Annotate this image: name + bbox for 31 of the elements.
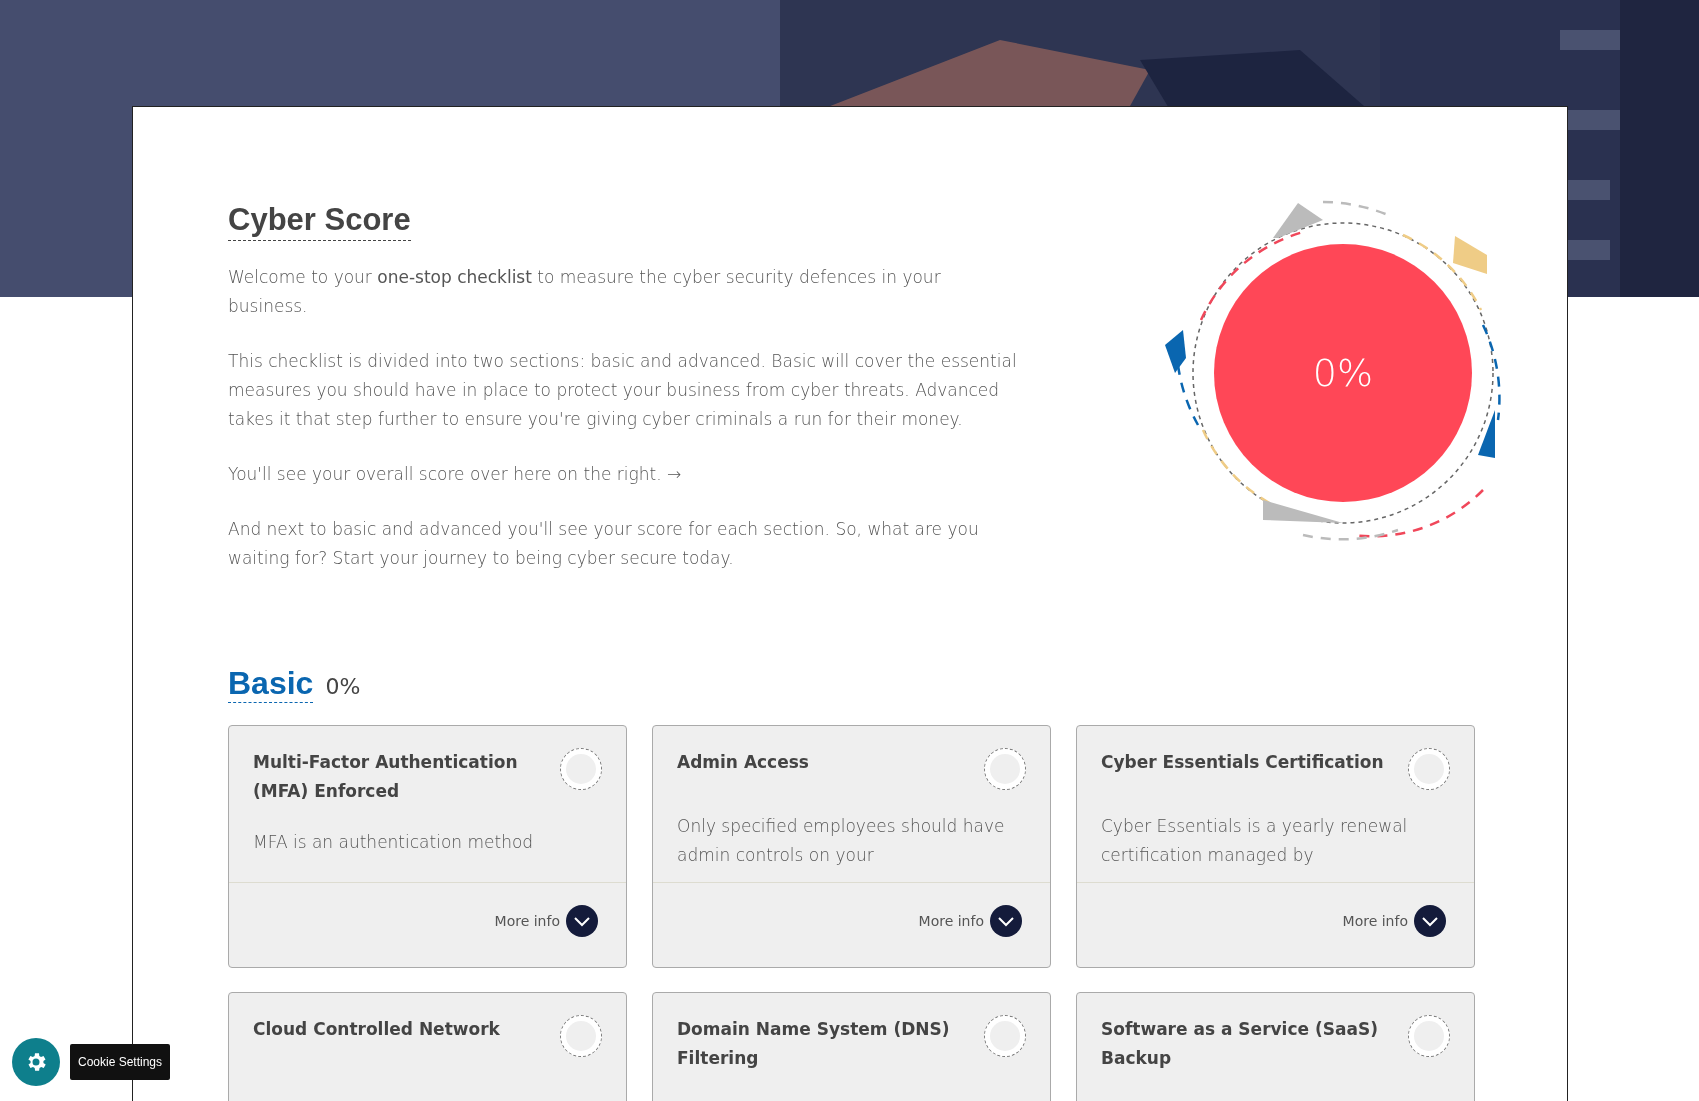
card-title: Multi-Factor Authentication (MFA) Enforced: [253, 751, 519, 803]
card-title: Cyber Essentials Certification: [1101, 751, 1385, 774]
check-toggle[interactable]: [1408, 748, 1450, 790]
score-value: 0%: [1312, 351, 1374, 395]
check-toggle[interactable]: [1408, 1015, 1450, 1057]
chevron-down-icon[interactable]: [1414, 905, 1446, 937]
card-title: Cloud Controlled Network: [253, 1018, 501, 1041]
intro-paragraph: This checklist is divided into two sections: basic and advanced. Basic will cover the essential measures you should have in place to protect your business from cyber threats. Advanced takes it that step further to ensure you're giving cyber criminals a run for their money.: [228, 350, 1018, 431]
card-description: Only specified employees should have admin controls on your: [677, 815, 1006, 867]
intro-paragraph: And next to basic and advanced you'll see your score for each section. So, what are you waiting for? Start your journey to being cyber secure today.: [228, 518, 980, 570]
check-toggle[interactable]: [984, 748, 1026, 790]
section-title: Basic: [228, 665, 314, 703]
chevron-down-icon[interactable]: [566, 905, 598, 937]
page-title: Cyber Score: [228, 202, 411, 241]
settings-button[interactable]: [12, 1038, 60, 1086]
intro-paragraph: Welcome to your one-stop checklist to measure the cyber security defences in your business.: [228, 266, 942, 318]
card-description: Cyber Essentials is a yearly renewal certification managed by: [1101, 815, 1409, 867]
card-title: Domain Name System (DNS) Filtering: [677, 1018, 951, 1070]
tooltip: Cookie Settings: [70, 1044, 171, 1080]
card-title: Software as a Service (SaaS) Backup: [1101, 1018, 1379, 1070]
section-score: 0%: [325, 674, 361, 699]
intro-paragraph: You'll see your overall score over here on the right. →: [228, 463, 683, 486]
chevron-down-icon[interactable]: [990, 905, 1022, 937]
card-description: MFA is an authentication method: [253, 831, 535, 854]
more-info-link[interactable]: More info: [1342, 913, 1408, 929]
check-toggle[interactable]: [560, 748, 602, 790]
card-title: Admin Access: [677, 751, 810, 774]
check-toggle[interactable]: [984, 1015, 1026, 1057]
more-info-link[interactable]: More info: [494, 913, 560, 929]
check-toggle[interactable]: [560, 1015, 602, 1057]
more-info-link[interactable]: More info: [918, 913, 984, 929]
